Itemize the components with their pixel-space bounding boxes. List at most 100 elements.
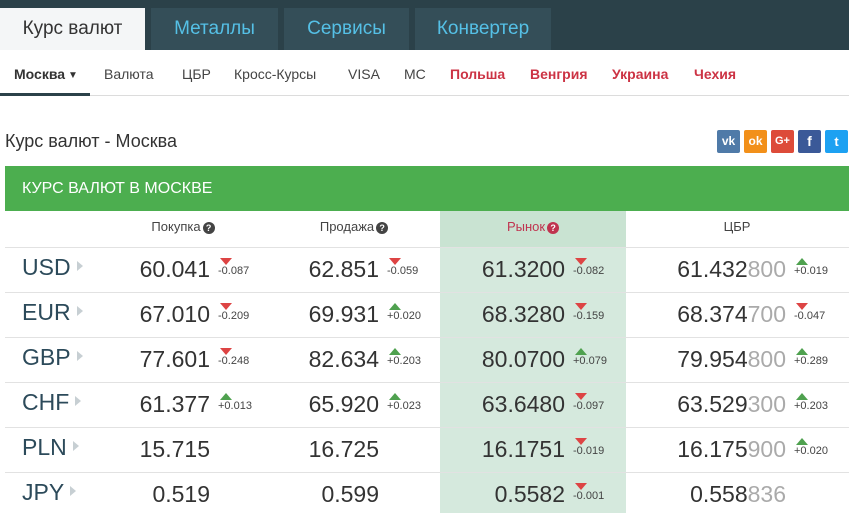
- subnav-item-cross-rates[interactable]: Кросс-Курсы: [234, 50, 316, 96]
- chevron-right-icon: [76, 306, 83, 316]
- cbr-change: -0.047: [794, 303, 825, 322]
- cbr-value-tail: 700: [747, 301, 786, 327]
- change-value: -0.097: [573, 400, 605, 412]
- arrow-down-icon: [220, 258, 232, 265]
- sell-change: +0.203: [387, 348, 421, 367]
- subnav-item-czech[interactable]: Чехия: [694, 50, 736, 96]
- change-value: +0.023: [387, 400, 421, 412]
- buy-value: 67.010: [139, 301, 210, 327]
- buy-change: -0.209: [218, 303, 249, 322]
- arrow-up-icon: [575, 348, 587, 355]
- help-icon[interactable]: ?: [547, 222, 560, 234]
- currency-code: USD: [22, 254, 71, 280]
- row-divider: [5, 247, 849, 248]
- cbr-value-main: 0.558: [690, 481, 748, 507]
- buy-value: 61.377: [139, 391, 210, 417]
- arrow-down-icon: [575, 438, 587, 445]
- subnav-item-ukraine[interactable]: Украина: [612, 50, 668, 96]
- tab-converter[interactable]: Конвертер: [415, 8, 551, 50]
- market-change: -0.082: [573, 258, 604, 277]
- column-header-buy-label: Покупка: [151, 219, 201, 234]
- cbr-change: +0.019: [794, 258, 828, 277]
- market-change: -0.159: [573, 303, 604, 322]
- change-value: +0.013: [218, 400, 252, 412]
- ok-share-icon[interactable]: ok: [744, 130, 767, 153]
- facebook-share-icon[interactable]: f: [798, 130, 821, 153]
- currency-link-pln[interactable]: PLN: [22, 434, 79, 461]
- change-value: -0.159: [573, 310, 605, 322]
- chevron-right-icon: [70, 486, 77, 496]
- column-header-cbr-label: ЦБР: [723, 219, 751, 234]
- column-header-buy: Покупка?: [123, 219, 243, 234]
- help-icon[interactable]: ?: [376, 222, 389, 234]
- twitter-share-icon[interactable]: t: [825, 130, 848, 153]
- buy-change: -0.248: [218, 348, 249, 367]
- sell-value: 82.634: [308, 346, 379, 372]
- currency-link-eur[interactable]: EUR: [22, 299, 83, 326]
- change-value: -0.087: [218, 265, 250, 277]
- currency-code: PLN: [22, 434, 67, 460]
- cbr-value: 61.432800: [677, 256, 786, 283]
- change-value: +0.020: [794, 445, 828, 457]
- tab-metals[interactable]: Металлы: [151, 8, 278, 50]
- change-value: -0.248: [218, 355, 250, 367]
- buy-value: 60.041: [139, 256, 210, 282]
- cbr-change: +0.020: [794, 438, 828, 457]
- buy-value: 77.601: [139, 346, 210, 372]
- google-plus-share-icon[interactable]: G+: [771, 130, 794, 153]
- vk-share-icon[interactable]: vk: [717, 130, 740, 153]
- row-divider: [5, 337, 849, 338]
- currency-link-usd[interactable]: USD: [22, 254, 83, 281]
- arrow-down-icon: [575, 483, 587, 490]
- subnav-item-hungary[interactable]: Венгрия: [530, 50, 588, 96]
- buy-change: +0.013: [218, 393, 252, 412]
- table-title-bar: КУРС ВАЛЮТ В МОСКВЕ: [5, 166, 849, 211]
- change-value: +0.019: [794, 265, 828, 277]
- change-value: +0.079: [573, 355, 607, 367]
- row-divider: [5, 472, 849, 473]
- currency-code: JPY: [22, 479, 65, 505]
- tab-services[interactable]: Сервисы: [284, 8, 409, 50]
- subnav-item-visa[interactable]: VISA: [348, 50, 380, 96]
- arrow-up-icon: [389, 348, 401, 355]
- page-title: Курс валют - Москва: [5, 131, 177, 151]
- help-icon[interactable]: ?: [202, 222, 215, 234]
- arrow-down-icon: [389, 258, 401, 265]
- market-change: -0.019: [573, 438, 604, 457]
- subnav-item-cbr[interactable]: ЦБР: [182, 50, 211, 96]
- market-value: 68.3280: [481, 301, 565, 327]
- cbr-value-tail: 300: [747, 391, 786, 417]
- column-header-sell-label: Продажа: [319, 219, 375, 234]
- tab-exchange-rates[interactable]: Курс валют: [0, 8, 145, 50]
- column-header-market-label: Рынок: [506, 219, 546, 234]
- cbr-value-main: 63.529: [677, 391, 748, 417]
- buy-value: 0.519: [152, 481, 210, 507]
- subnav-item-poland[interactable]: Польша: [450, 50, 505, 96]
- arrow-up-icon: [389, 303, 401, 310]
- change-value: -0.082: [573, 265, 605, 277]
- subnav-item-currency[interactable]: Валюта: [104, 50, 154, 96]
- currency-link-gbp[interactable]: GBP: [22, 344, 83, 371]
- column-header-sell: Продажа?: [294, 219, 414, 234]
- arrow-down-icon: [220, 348, 232, 355]
- city-dropdown[interactable]: Москва ▼: [0, 50, 90, 96]
- cbr-value-tail: 800: [747, 346, 786, 372]
- arrow-up-icon: [220, 393, 232, 400]
- cbr-value-main: 68.374: [677, 301, 748, 327]
- cbr-value: 68.374700: [677, 301, 786, 328]
- currency-link-chf[interactable]: CHF: [22, 389, 82, 416]
- change-value: -0.209: [218, 310, 250, 322]
- column-header-cbr: ЦБР: [677, 219, 797, 234]
- arrow-down-icon: [796, 303, 808, 310]
- cbr-value-tail: 900: [747, 436, 786, 462]
- currency-link-jpy[interactable]: JPY: [22, 479, 77, 506]
- market-value: 63.6480: [481, 391, 565, 417]
- cbr-value: 79.954800: [677, 346, 786, 373]
- row-divider: [5, 427, 849, 428]
- cbr-value-main: 16.175: [677, 436, 748, 462]
- sell-change: +0.023: [387, 393, 421, 412]
- buy-value: 15.715: [139, 436, 210, 462]
- arrow-up-icon: [796, 393, 808, 400]
- city-label: Москва: [14, 66, 66, 82]
- subnav-item-mc[interactable]: MC: [404, 50, 426, 96]
